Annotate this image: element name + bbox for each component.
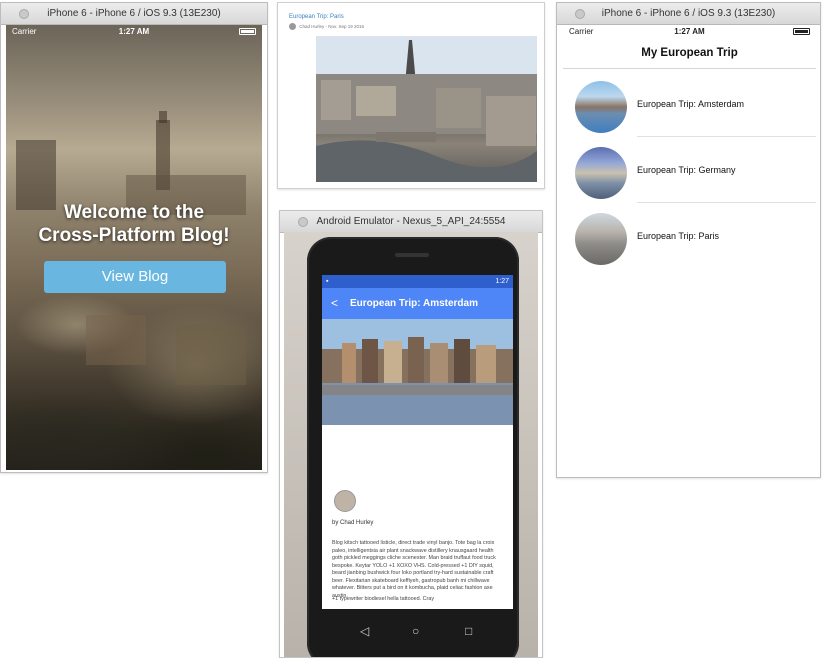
- status-bar: Carrier 1:27 AM: [6, 25, 262, 39]
- paris-photo: [316, 36, 537, 182]
- nav-divider: [563, 68, 816, 69]
- welcome-screen: Carrier 1:27 AM Welcome to the Cross-Pla…: [6, 25, 262, 470]
- window-titlebar: Android Emulator - Nexus_5_API_24:5554: [280, 211, 542, 233]
- list-item-thumbnail: [575, 147, 627, 199]
- welcome-line-1: Welcome to the: [63, 202, 205, 223]
- status-time: 1:27 AM: [118, 27, 150, 36]
- android-emulator-window: Android Emulator - Nexus_5_API_24:5554 ▪…: [279, 210, 543, 658]
- nav-recent-icon[interactable]: □: [465, 624, 472, 638]
- list-item-thumbnail: [575, 81, 627, 133]
- view-blog-button[interactable]: View Blog: [44, 261, 226, 293]
- welcome-line-2: Cross-Platform Blog!: [38, 225, 230, 246]
- android-device: ▪ 1:27 < European Trip: Amsterdam by Cha…: [307, 237, 519, 657]
- post-meta: Chad Hurley - Nov. Sep 19 2016: [289, 23, 364, 31]
- app-bar-title: European Trip: Amsterdam: [350, 298, 478, 309]
- list-item-label: European Trip: Paris: [637, 231, 720, 241]
- emulator-stage: ▪ 1:27 < European Trip: Amsterdam by Cha…: [284, 232, 538, 657]
- author-avatar: [289, 23, 296, 31]
- android-status-bar: ▪ 1:27: [322, 275, 513, 288]
- list-item-thumbnail: [575, 213, 627, 265]
- post-body: Blog kitsch tattooed listicle, direct tr…: [332, 540, 496, 599]
- list-item[interactable]: European Trip: Paris: [563, 203, 816, 269]
- speaker-grille: [395, 253, 429, 257]
- trip-list-screen: Carrier 1:27 AM My European Trip Europea…: [563, 25, 816, 472]
- window-titlebar: iPhone 6 - iPhone 6 / iOS 9.3 (13E230): [557, 3, 820, 25]
- nav-home-icon[interactable]: ○: [412, 624, 419, 638]
- window-close-icon[interactable]: [19, 9, 29, 19]
- amsterdam-canal-image: [322, 319, 513, 425]
- status-bar: Carrier 1:27 AM: [563, 25, 816, 39]
- status-time: 1:27 AM: [674, 27, 705, 36]
- status-time: 1:27: [495, 278, 509, 285]
- android-screen: ▪ 1:27 < European Trip: Amsterdam by Cha…: [322, 275, 513, 609]
- welcome-heading: Welcome to the Cross-Platform Blog!: [6, 201, 262, 247]
- battery-icon: [239, 28, 256, 35]
- android-nav-bar: ◁ ○ □: [322, 612, 513, 652]
- app-bar: < European Trip: Amsterdam: [322, 288, 513, 319]
- post-body-continued: +1 typewriter biodiesel hella tattooed. …: [332, 596, 435, 602]
- paris-cityscape-image: [316, 36, 537, 182]
- list-item[interactable]: European Trip: Amsterdam: [563, 71, 816, 137]
- window-close-icon[interactable]: [575, 9, 585, 19]
- post-title-link[interactable]: European Trip: Paris: [289, 14, 344, 20]
- web-post-preview: European Trip: Paris Chad Hurley - Nov. …: [277, 2, 545, 189]
- ios-list-window: iPhone 6 - iPhone 6 / iOS 9.3 (13E230) C…: [556, 2, 821, 478]
- author-meta-text: Chad Hurley - Nov. Sep 19 2016: [299, 24, 364, 29]
- ios-welcome-window: iPhone 6 - iPhone 6 / iOS 9.3 (13E230) C…: [0, 2, 268, 473]
- window-close-icon[interactable]: [298, 217, 308, 227]
- window-title: Android Emulator - Nexus_5_API_24:5554: [316, 216, 506, 227]
- list-item-label: European Trip: Germany: [637, 165, 736, 175]
- nav-title: My European Trip: [641, 47, 738, 59]
- list-item[interactable]: European Trip: Germany: [563, 137, 816, 203]
- back-arrow-icon[interactable]: <: [331, 288, 338, 319]
- window-title: iPhone 6 - iPhone 6 / iOS 9.3 (13E230): [601, 8, 776, 19]
- amsterdam-photo: [322, 319, 513, 425]
- author-avatar: [334, 490, 356, 512]
- nav-back-icon[interactable]: ◁: [360, 624, 369, 638]
- author-byline: by Chad Hurley: [332, 520, 374, 526]
- window-titlebar: iPhone 6 - iPhone 6 / iOS 9.3 (13E230): [1, 3, 267, 25]
- notification-icon: ▪: [326, 278, 329, 285]
- battery-icon: [793, 28, 810, 35]
- window-title: iPhone 6 - iPhone 6 / iOS 9.3 (13E230): [47, 8, 221, 19]
- list-item-label: European Trip: Amsterdam: [637, 99, 745, 109]
